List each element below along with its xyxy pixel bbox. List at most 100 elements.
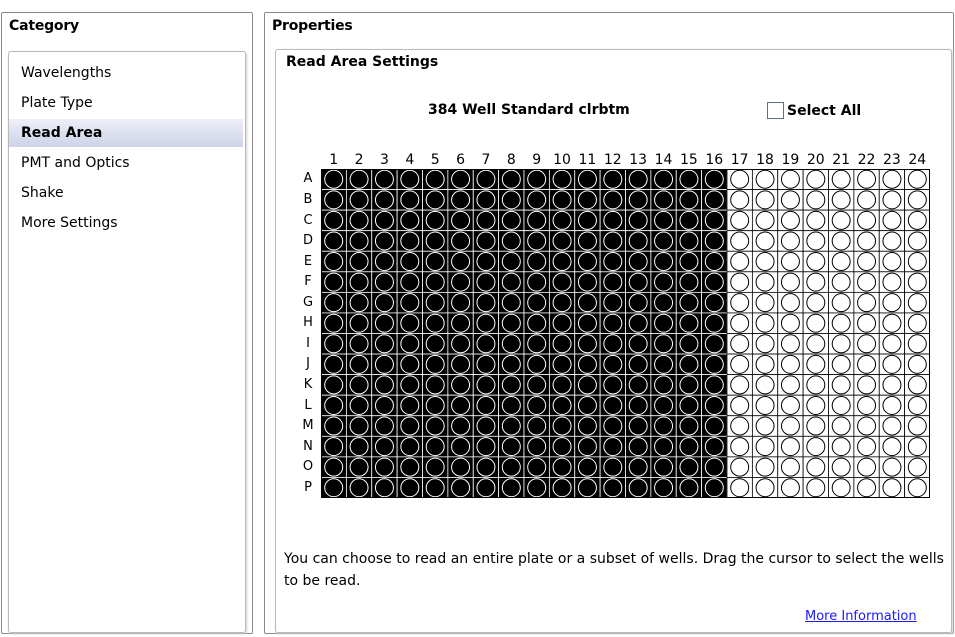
- well-B20[interactable]: [802, 189, 829, 211]
- well-G17[interactable]: [726, 291, 753, 314]
- well-J2[interactable]: [345, 353, 373, 376]
- well-C19[interactable]: [777, 209, 804, 232]
- well-I5[interactable]: [422, 333, 449, 355]
- well-P18[interactable]: [751, 477, 779, 498]
- row-label[interactable]: K: [300, 378, 316, 392]
- column-label[interactable]: 1: [322, 152, 346, 168]
- well-G24[interactable]: [904, 291, 930, 314]
- well-E15[interactable]: [675, 250, 703, 273]
- column-label[interactable]: 17: [728, 152, 752, 168]
- well-F3[interactable]: [371, 271, 398, 293]
- well-C2[interactable]: [345, 209, 373, 232]
- well-B14[interactable]: [650, 189, 677, 211]
- well-A2[interactable]: [345, 169, 373, 190]
- well-A5[interactable]: [422, 169, 449, 190]
- well-G20[interactable]: [802, 291, 829, 314]
- well-E24[interactable]: [904, 250, 930, 273]
- well-G10[interactable]: [548, 291, 576, 314]
- well-L18[interactable]: [751, 394, 779, 417]
- well-B10[interactable]: [548, 189, 576, 211]
- well-F7[interactable]: [472, 271, 500, 293]
- well-F4[interactable]: [396, 271, 423, 293]
- well-M2[interactable]: [345, 415, 373, 437]
- well-E14[interactable]: [650, 250, 677, 273]
- well-B11[interactable]: [574, 189, 601, 211]
- well-N20[interactable]: [802, 435, 829, 458]
- well-A7[interactable]: [472, 169, 500, 190]
- well-N10[interactable]: [548, 435, 576, 458]
- well-O11[interactable]: [574, 456, 601, 478]
- well-J8[interactable]: [498, 353, 525, 376]
- well-E10[interactable]: [548, 250, 576, 273]
- well-D6[interactable]: [447, 230, 474, 252]
- well-O4[interactable]: [396, 456, 423, 478]
- well-I6[interactable]: [447, 333, 474, 355]
- column-label[interactable]: 14: [652, 152, 676, 168]
- well-K21[interactable]: [828, 374, 855, 396]
- well-O12[interactable]: [599, 456, 626, 478]
- well-O22[interactable]: [853, 456, 880, 478]
- well-O9[interactable]: [523, 456, 550, 478]
- well-E9[interactable]: [523, 250, 550, 273]
- well-H6[interactable]: [447, 312, 474, 334]
- well-A23[interactable]: [878, 169, 906, 190]
- well-H23[interactable]: [878, 312, 906, 334]
- well-H15[interactable]: [675, 312, 703, 334]
- well-A18[interactable]: [751, 169, 779, 190]
- well-A24[interactable]: [904, 169, 930, 190]
- well-G12[interactable]: [599, 291, 626, 314]
- well-C17[interactable]: [726, 209, 753, 232]
- well-K16[interactable]: [701, 374, 728, 396]
- well-N22[interactable]: [853, 435, 880, 458]
- well-D15[interactable]: [675, 230, 703, 252]
- well-G1[interactable]: [321, 291, 347, 314]
- well-J23[interactable]: [878, 353, 906, 376]
- well-N11[interactable]: [574, 435, 601, 458]
- well-H20[interactable]: [802, 312, 829, 334]
- column-label[interactable]: 11: [575, 152, 599, 168]
- well-I19[interactable]: [777, 333, 804, 355]
- well-H18[interactable]: [751, 312, 779, 334]
- well-M13[interactable]: [625, 415, 652, 437]
- row-label[interactable]: H: [300, 316, 316, 330]
- well-N13[interactable]: [625, 435, 652, 458]
- well-F20[interactable]: [802, 271, 829, 293]
- well-N17[interactable]: [726, 435, 753, 458]
- well-G11[interactable]: [574, 291, 601, 314]
- well-D19[interactable]: [777, 230, 804, 252]
- well-I1[interactable]: [321, 333, 347, 355]
- well-J19[interactable]: [777, 353, 804, 376]
- well-L11[interactable]: [574, 394, 601, 417]
- well-F14[interactable]: [650, 271, 677, 293]
- well-C16[interactable]: [701, 209, 728, 232]
- well-A6[interactable]: [447, 169, 474, 190]
- well-H21[interactable]: [828, 312, 855, 334]
- well-H22[interactable]: [853, 312, 880, 334]
- well-P5[interactable]: [422, 477, 449, 498]
- well-I7[interactable]: [472, 333, 500, 355]
- well-L22[interactable]: [853, 394, 880, 417]
- row-label[interactable]: G: [300, 295, 316, 310]
- row-label[interactable]: A: [300, 172, 316, 186]
- well-B16[interactable]: [701, 189, 728, 211]
- well-E23[interactable]: [878, 250, 906, 273]
- well-H17[interactable]: [726, 312, 753, 334]
- well-M17[interactable]: [726, 415, 753, 437]
- well-J7[interactable]: [472, 353, 500, 376]
- well-M6[interactable]: [447, 415, 474, 437]
- well-P9[interactable]: [523, 477, 550, 498]
- well-J17[interactable]: [726, 353, 753, 376]
- well-P23[interactable]: [878, 477, 906, 498]
- well-N23[interactable]: [878, 435, 906, 458]
- well-D20[interactable]: [802, 230, 829, 252]
- row-label[interactable]: F: [300, 275, 316, 289]
- well-L7[interactable]: [472, 394, 500, 417]
- category-item[interactable]: Plate Type: [9, 89, 243, 117]
- well-D11[interactable]: [574, 230, 601, 252]
- well-E13[interactable]: [625, 250, 652, 273]
- well-C3[interactable]: [371, 209, 398, 232]
- well-C6[interactable]: [447, 209, 474, 232]
- well-C11[interactable]: [574, 209, 601, 232]
- well-K5[interactable]: [422, 374, 449, 396]
- well-L9[interactable]: [523, 394, 550, 417]
